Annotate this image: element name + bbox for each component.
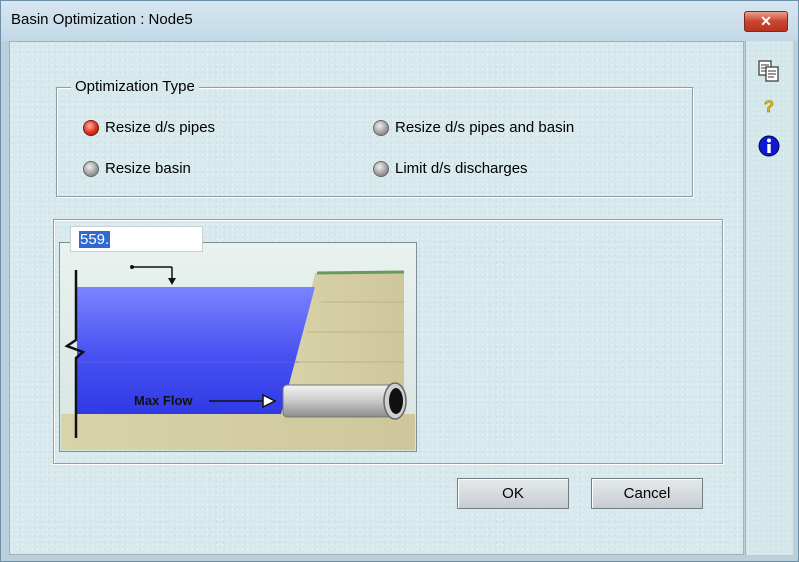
radio-label: Resize d/s pipes <box>105 119 216 136</box>
radio-checked-icon <box>83 119 99 136</box>
dialog-window: Basin Optimization : Node5 ✕ ? Optimizat… <box>0 0 799 562</box>
close-icon: ✕ <box>760 13 772 29</box>
radio-label: Limit d/s discharges <box>395 160 528 177</box>
cancel-button[interactable]: Cancel <box>591 478 703 509</box>
radio-label: Resize d/s pipes and basin <box>395 119 575 136</box>
title-bar: Basin Optimization : Node5 ✕ <box>1 1 798 41</box>
window-title: Basin Optimization : Node5 <box>11 11 193 28</box>
radio-unchecked-icon <box>373 160 389 177</box>
radio-resize-ds-pipes[interactable]: Resize d/s pipes <box>83 119 215 136</box>
side-toolbar <box>745 41 793 555</box>
radio-unchecked-icon <box>83 160 99 177</box>
radio-unchecked-icon <box>373 119 389 136</box>
max-flow-label: Max Flow <box>134 393 193 408</box>
basin-diagram: Max Flow <box>58 241 418 453</box>
radio-limit-ds-discharges[interactable]: Limit d/s discharges <box>373 160 528 177</box>
radio-resize-basin[interactable]: Resize basin <box>83 160 191 177</box>
info-icon[interactable] <box>757 134 781 158</box>
help-icon[interactable]: ? <box>757 93 781 117</box>
radio-resize-ds-pipes-and-basin[interactable]: Resize d/s pipes and basin <box>373 119 574 136</box>
radio-label: Resize basin <box>105 160 191 177</box>
copy-icon[interactable] <box>757 59 781 83</box>
optimization-type-legend: Optimization Type <box>71 78 199 95</box>
svg-text:?: ? <box>764 97 774 116</box>
close-button[interactable]: ✕ <box>744 11 788 32</box>
ok-button[interactable]: OK <box>457 478 569 509</box>
node-value-text: 559. <box>79 231 111 248</box>
node-value-field[interactable]: 559. <box>70 226 203 252</box>
optimization-type-group <box>56 87 693 197</box>
